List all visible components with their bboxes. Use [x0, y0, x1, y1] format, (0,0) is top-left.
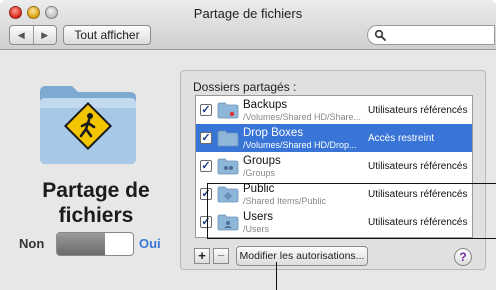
folder-name: Backups: [243, 99, 288, 111]
folder-access: Utilisateurs référencés: [368, 161, 468, 172]
toggle-knob[interactable]: [57, 233, 105, 255]
shared-folders-label: Dossiers partagés :: [193, 80, 297, 94]
search-input[interactable]: [367, 25, 495, 45]
folder-name: Groups: [243, 155, 281, 167]
remove-folder-button[interactable]: −: [213, 248, 229, 264]
search-icon: [374, 29, 386, 41]
back-button[interactable]: ◀: [10, 26, 33, 44]
folder-icon: [217, 186, 239, 203]
forward-button[interactable]: ▶: [32, 26, 57, 44]
shared-folder-icon: [40, 86, 136, 164]
table-row[interactable]: ✓ Groups /Groups Utilisateurs référencés: [196, 152, 472, 180]
table-row[interactable]: ✓ Public /Shared Items/Public Utilisateu…: [196, 180, 472, 208]
checkbox[interactable]: ✓: [200, 188, 212, 200]
callout-line: [207, 183, 208, 238]
back-forward-control[interactable]: ◀ ▶: [9, 25, 57, 45]
folder-name: Users: [243, 211, 274, 223]
toggle-off-label: Non: [19, 236, 45, 251]
show-all-button[interactable]: Tout afficher: [63, 25, 151, 45]
table-row[interactable]: ✓ Backups /Volumes/Shared HD/Share... Ut…: [196, 96, 472, 124]
checkbox[interactable]: ✓: [200, 104, 212, 116]
folder-name: Public: [243, 183, 275, 195]
pane-title: Partage de: [42, 179, 150, 202]
callout-line: [207, 183, 496, 184]
folder-path: /Groups: [243, 168, 276, 178]
preferences-window: Partage de fichiers ◀ ▶ Tout afficher Pa…: [0, 0, 496, 290]
add-folder-button[interactable]: +: [194, 248, 210, 264]
folder-icon: [217, 102, 239, 119]
checkbox[interactable]: ✓: [200, 216, 212, 228]
folder-name: Drop Boxes: [243, 127, 304, 139]
shared-folders-list[interactable]: ✓ Backups /Volumes/Shared HD/Share... Ut…: [195, 95, 473, 238]
titlebar: Partage de fichiers ◀ ▶ Tout afficher: [0, 0, 496, 50]
help-button[interactable]: ?: [454, 248, 472, 266]
folder-path: /Volumes/Shared HD/Share...: [243, 112, 361, 122]
window-title: Partage de fichiers: [193, 6, 303, 21]
table-row[interactable]: ✓ Drop Boxes /Volumes/Shared HD/Drop... …: [196, 124, 472, 152]
table-row[interactable]: ✓ Users /Users Utilisateurs référencés: [196, 208, 472, 236]
folder-icon: [217, 214, 239, 231]
folder-icon: [217, 130, 239, 147]
checkbox[interactable]: ✓: [200, 132, 212, 144]
folder-access: Utilisateurs référencés: [368, 217, 468, 228]
folder-access: Utilisateurs référencés: [368, 105, 468, 116]
folder-path: /Users: [243, 224, 270, 234]
callout-line: [276, 262, 277, 290]
sharing-toggle[interactable]: [56, 232, 134, 256]
folder-access: Accès restreint: [368, 133, 435, 144]
edit-permissions-button[interactable]: Modifier les autorisations...: [236, 246, 368, 266]
folder-access: Utilisateurs référencés: [368, 189, 468, 200]
folder-path: /Volumes/Shared HD/Drop...: [243, 140, 357, 150]
toggle-on-label: Oui: [139, 236, 161, 251]
folder-path: /Shared Items/Public: [243, 196, 327, 206]
callout-line: [207, 238, 496, 239]
folder-icon: [217, 158, 239, 175]
pane-title-line2: fichiers: [58, 204, 134, 227]
checkbox[interactable]: ✓: [200, 160, 212, 172]
